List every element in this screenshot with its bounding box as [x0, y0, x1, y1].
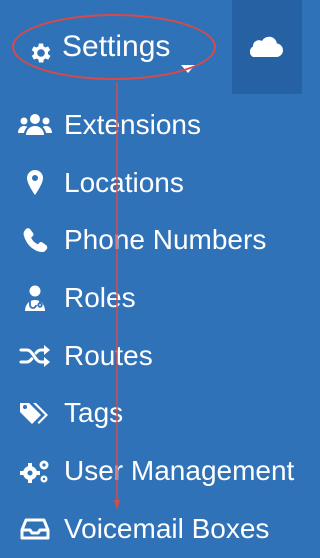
menu-item-label: Routes	[64, 339, 153, 371]
menu-item-voicemail-boxes[interactable]: Voicemail Boxes	[0, 500, 302, 558]
menu-item-label: Phone Numbers	[64, 224, 267, 256]
settings-menu-button[interactable]: Settings	[28, 24, 196, 73]
top-bar: Settings	[0, 0, 302, 94]
map-marker-icon	[18, 169, 52, 197]
menu-item-roles[interactable]: Roles	[0, 269, 302, 327]
menu-item-label: Extensions	[64, 108, 201, 140]
menu-item-label: User Management	[64, 454, 295, 486]
gear-icon	[28, 34, 54, 63]
inbox-icon	[18, 515, 52, 543]
cloud-status-button[interactable]	[232, 0, 302, 94]
menu-item-extensions[interactable]: Extensions	[0, 96, 302, 154]
user-doctor-icon	[18, 284, 52, 312]
cloud-icon	[249, 33, 284, 62]
menu-item-tags[interactable]: Tags	[0, 384, 302, 442]
tags-icon	[18, 399, 52, 427]
menu-item-label: Tags	[64, 397, 124, 429]
users-icon	[18, 111, 52, 139]
menu-item-routes[interactable]: Routes	[0, 327, 302, 385]
settings-dropdown-menu: Extensions Locations Phone Numbers Roles	[0, 96, 302, 558]
cogs-icon	[18, 457, 52, 485]
menu-item-label: Roles	[64, 281, 136, 313]
caret-down-icon	[180, 42, 196, 73]
random-icon	[18, 342, 52, 370]
menu-item-user-management[interactable]: User Management	[0, 442, 302, 500]
menu-item-label: Locations	[64, 166, 184, 198]
menu-item-phone-numbers[interactable]: Phone Numbers	[0, 211, 302, 269]
menu-item-label: Voicemail Boxes	[64, 512, 270, 544]
settings-label: Settings	[62, 30, 171, 63]
menu-item-locations[interactable]: Locations	[0, 154, 302, 212]
phone-icon	[18, 226, 52, 254]
